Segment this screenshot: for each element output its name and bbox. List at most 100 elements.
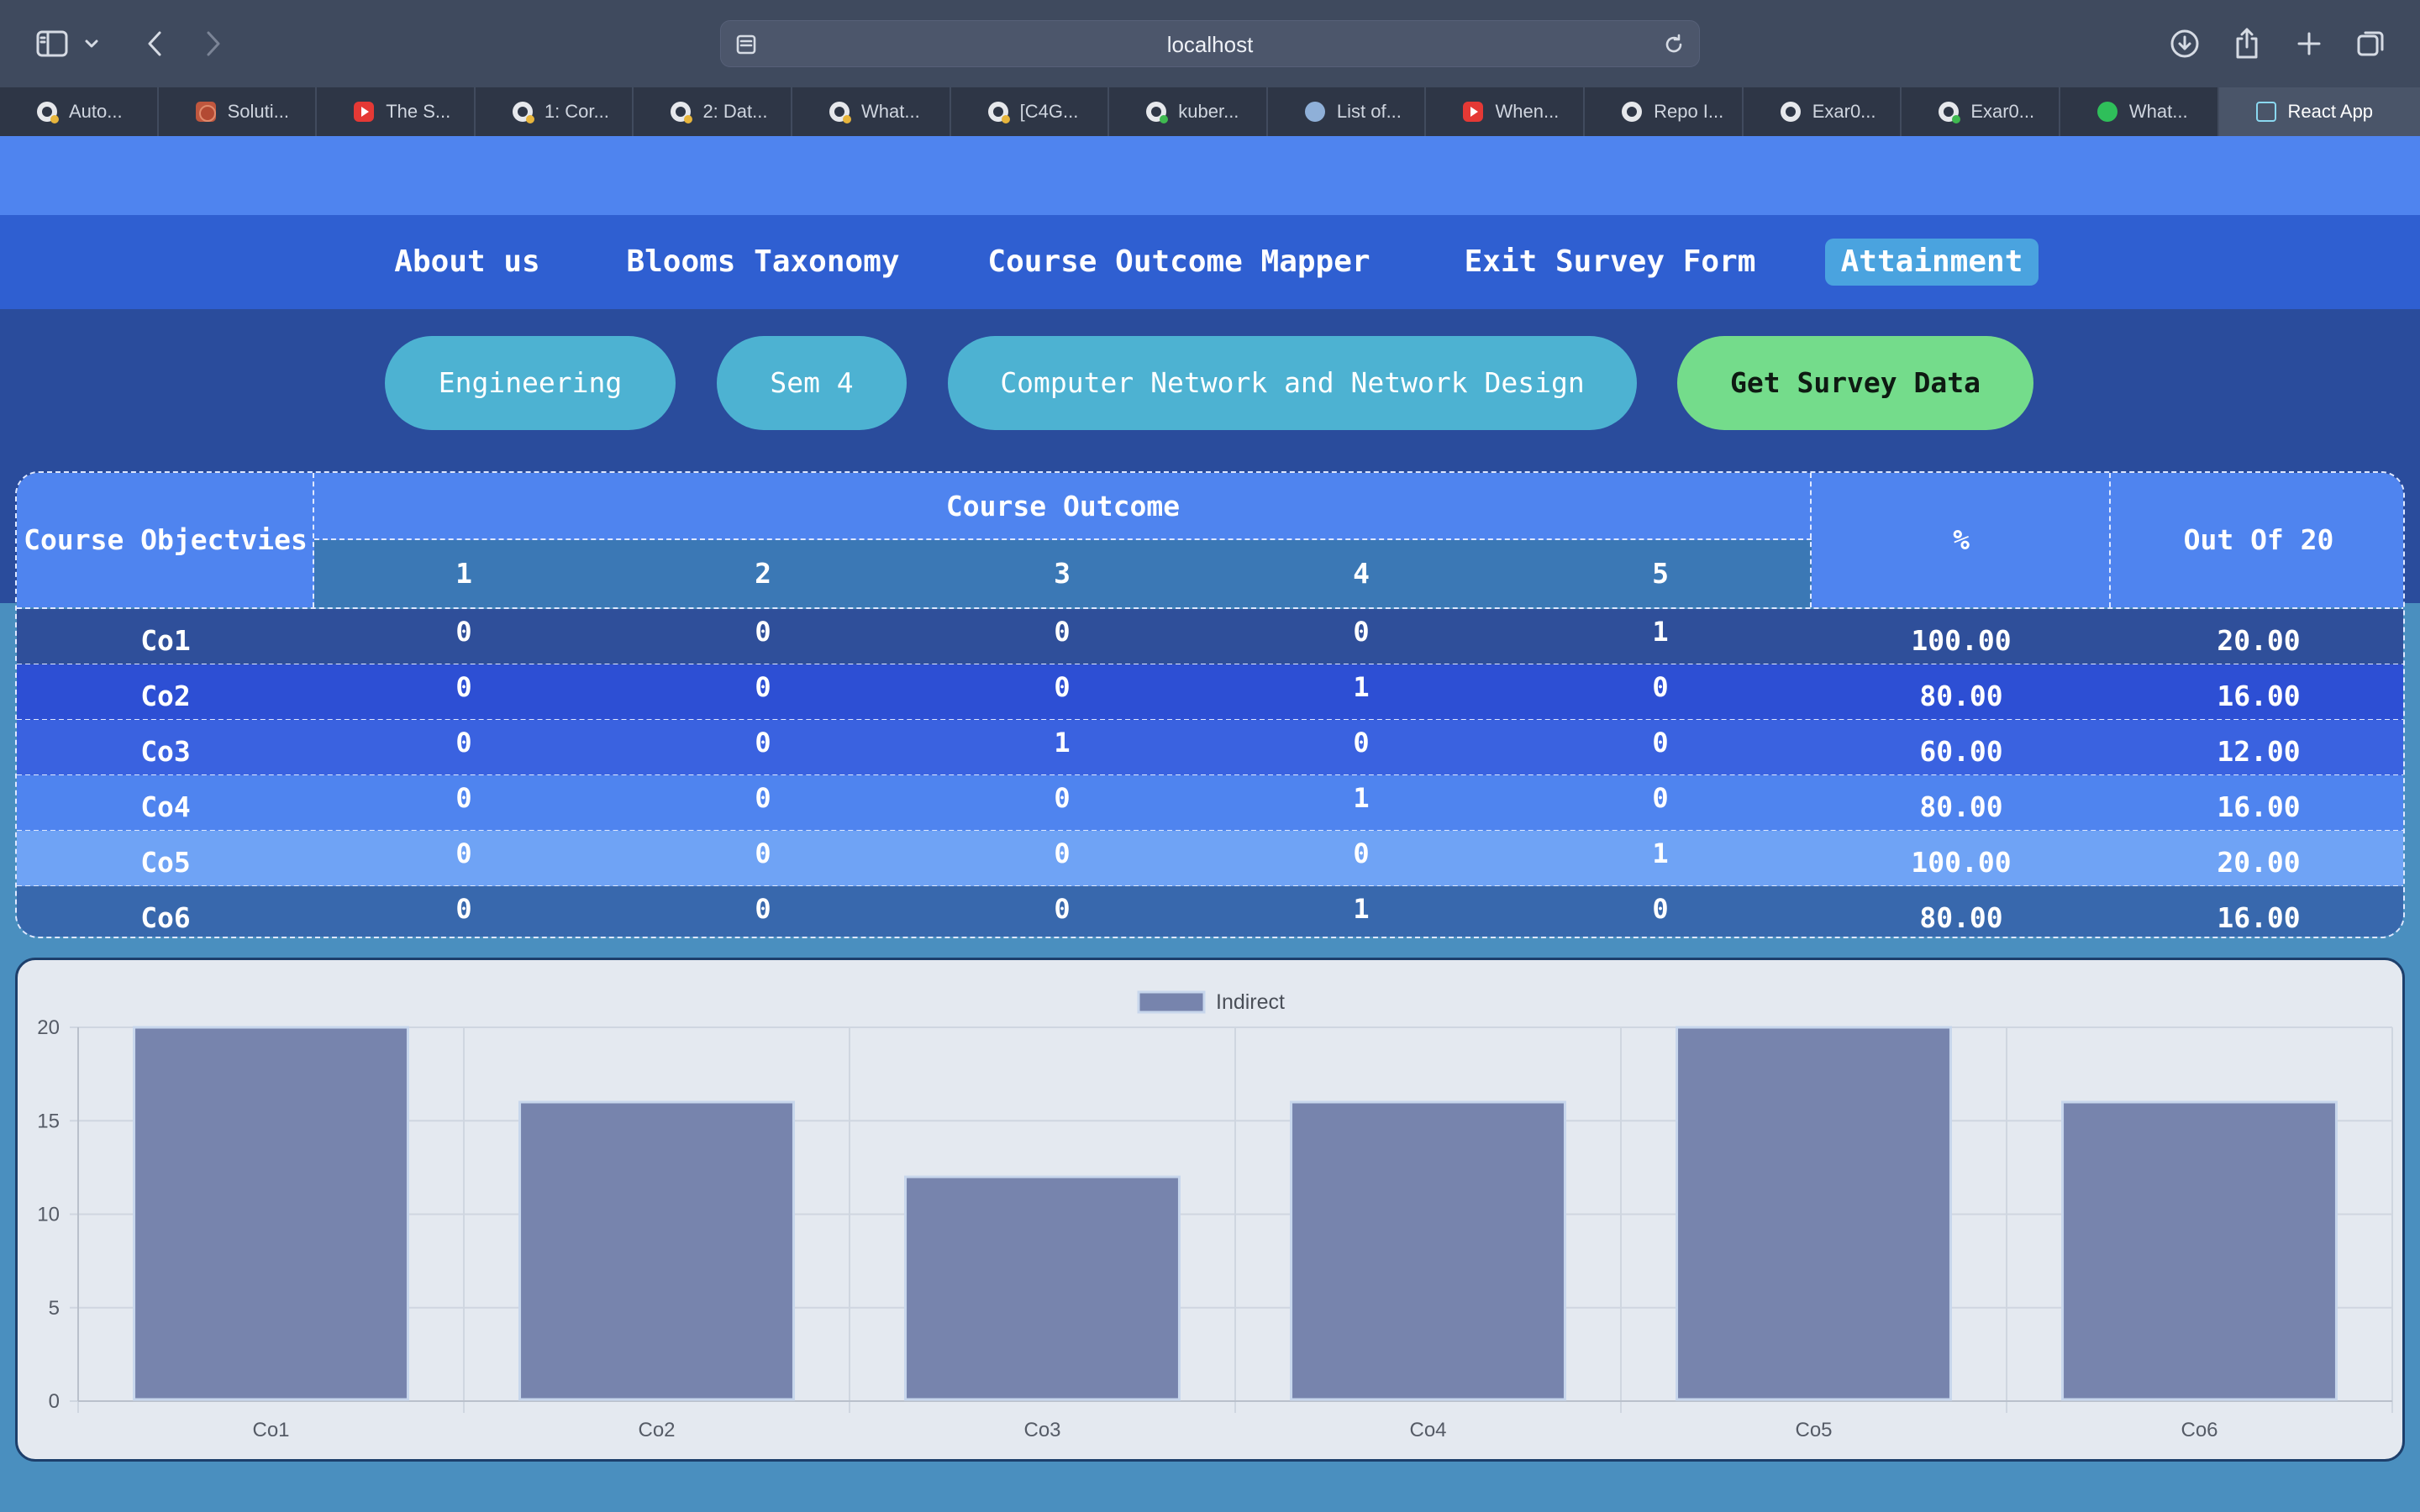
url-text[interactable]: localhost xyxy=(721,21,1699,68)
divider xyxy=(314,538,1812,540)
outcome-value-cell: 0 xyxy=(455,616,472,648)
downloads-icon[interactable] xyxy=(2165,24,2205,64)
tab-strip: Auto... Soluti... The S... 1: Cor... 2: … xyxy=(0,87,2420,136)
reddit-icon xyxy=(1304,102,1325,122)
table-row: Co2 0 0 0 1 0 80.00 16.00 xyxy=(17,664,2403,721)
bar-co5 xyxy=(1676,1026,1952,1401)
browser-tab[interactable]: What... xyxy=(792,87,951,136)
browser-toolbar: localhost xyxy=(0,0,2420,87)
tab-label: Repo I... xyxy=(1654,101,1724,122)
outcome-value-cell: 0 xyxy=(755,893,771,925)
y-tick-label: 20 xyxy=(37,1016,60,1039)
outcome-col-3: 3 xyxy=(1054,557,1071,590)
out-of-20-cell: 16.00 xyxy=(2217,790,2301,823)
nav-about-us[interactable]: About us xyxy=(385,239,550,286)
percent-cell: 80.00 xyxy=(1919,901,2003,934)
browser-tab[interactable]: When... xyxy=(1426,87,1586,136)
outcome-value-cell: 0 xyxy=(1353,837,1370,869)
browser-tab[interactable]: What... xyxy=(2060,87,2219,136)
outcome-value-cell: 0 xyxy=(455,893,472,925)
subject-select[interactable]: Computer Network and Network Design xyxy=(948,336,1637,430)
bar-co2 xyxy=(518,1100,795,1401)
browser-tab[interactable]: Soluti... xyxy=(159,87,318,136)
legend-swatch xyxy=(1137,990,1206,1014)
semester-select[interactable]: Sem 4 xyxy=(717,336,907,430)
browser-tab[interactable]: 1: Cor... xyxy=(476,87,634,136)
nav-exit-survey-form[interactable]: Exit Survey Form xyxy=(1445,239,1775,286)
course-objective-cell: Co3 xyxy=(140,735,191,768)
browser-tab-active[interactable]: React App xyxy=(2218,87,2420,136)
divider xyxy=(313,473,314,607)
tab-label: Exar0... xyxy=(1812,101,1876,122)
table-row: Co3 0 0 1 0 0 60.00 12.00 xyxy=(17,720,2403,776)
y-tick-label: 15 xyxy=(37,1110,60,1132)
outcome-value-cell: 1 xyxy=(1353,782,1370,814)
outcome-value-cell: 0 xyxy=(1054,616,1071,648)
bar-chart: 0 5 10 15 20 Co1 Co2 Co3 Co4 Co5 Co6 Indirect xyxy=(37,990,2393,1441)
tab-label: List of... xyxy=(1336,101,1402,122)
sidebar-icon[interactable] xyxy=(32,24,72,64)
outcome-value-cell: 0 xyxy=(755,727,771,759)
table-row: Co5 0 0 0 0 1 100.00 20.00 xyxy=(17,831,2403,887)
percent-cell: 60.00 xyxy=(1919,735,2003,768)
github-icon xyxy=(829,102,852,123)
outcome-value-cell: 0 xyxy=(755,837,771,869)
bar-co6 xyxy=(2061,1100,2338,1401)
chevron-down-icon[interactable] xyxy=(79,24,104,64)
solution-icon xyxy=(195,102,216,122)
outcome-value-cell: 0 xyxy=(1652,782,1669,814)
course-objective-cell: Co1 xyxy=(140,624,191,657)
outcome-value-cell: 1 xyxy=(1054,727,1071,759)
out-of-20-cell: 16.00 xyxy=(2217,680,2301,712)
browser-tab[interactable]: Repo I... xyxy=(1585,87,1744,136)
x-tick-label: Co4 xyxy=(1409,1419,1446,1441)
forward-icon[interactable] xyxy=(193,24,234,64)
browser-tab[interactable]: Exar0... xyxy=(1902,87,2060,136)
tab-overview-icon[interactable] xyxy=(2351,24,2391,64)
nav-blooms-taxonomy[interactable]: Blooms Taxonomy xyxy=(613,239,913,286)
outcome-value-cell: 0 xyxy=(755,782,771,814)
y-tick-label: 5 xyxy=(49,1297,60,1320)
new-tab-icon[interactable] xyxy=(2289,24,2329,64)
x-tick-label: Co1 xyxy=(252,1419,289,1441)
course-objective-cell: Co6 xyxy=(140,901,191,934)
outcome-value-cell: 1 xyxy=(1353,671,1370,703)
outcome-col-5: 5 xyxy=(1652,557,1669,590)
github-icon xyxy=(1146,102,1169,123)
divider xyxy=(2109,473,2111,607)
outcome-col-2: 2 xyxy=(755,557,771,590)
browser-tab[interactable]: Exar0... xyxy=(1744,87,1902,136)
header-band xyxy=(0,136,2420,215)
github-icon xyxy=(1780,102,1801,122)
divider xyxy=(1810,473,1812,607)
browser-tab[interactable]: Auto... xyxy=(0,87,159,136)
browser-tab[interactable]: List of... xyxy=(1268,87,1427,136)
table-row: Co1 0 0 0 0 1 100.00 20.00 xyxy=(17,609,2403,665)
github-icon xyxy=(37,102,59,123)
percent-cell: 100.00 xyxy=(1911,624,2012,657)
tab-label: What... xyxy=(861,101,920,122)
address-bar[interactable]: localhost xyxy=(720,20,1700,67)
table-row: Co4 0 0 0 1 0 80.00 16.00 xyxy=(17,775,2403,832)
browser-tab[interactable]: [C4G... xyxy=(951,87,1110,136)
header-course-objectives: Course Objectvies xyxy=(17,473,314,607)
reload-icon[interactable] xyxy=(1662,33,1686,56)
browser-tab[interactable]: 2: Dat... xyxy=(634,87,793,136)
browser-tab[interactable]: kuber... xyxy=(1109,87,1268,136)
browser-tab[interactable]: The S... xyxy=(317,87,476,136)
nav-course-outcome-mapper[interactable]: Course Outcome Mapper xyxy=(976,239,1381,286)
percent-cell: 80.00 xyxy=(1919,680,2003,712)
back-icon[interactable] xyxy=(134,24,175,64)
share-icon[interactable] xyxy=(2227,24,2267,64)
x-tick-label: Co6 xyxy=(2181,1419,2217,1441)
outcome-value-cell: 0 xyxy=(1054,671,1071,703)
get-survey-data-button[interactable]: Get Survey Data xyxy=(1677,336,2033,430)
tab-label: React App xyxy=(2287,101,2374,122)
department-select[interactable]: Engineering xyxy=(385,336,676,430)
outcome-value-cell: 0 xyxy=(755,616,771,648)
nav-attainment[interactable]: Attainment xyxy=(1825,239,2039,286)
table-row: Co6 0 0 0 1 0 80.00 16.00 xyxy=(17,886,2403,937)
bar-co1 xyxy=(133,1026,409,1401)
outcome-value-cell: 0 xyxy=(1652,893,1669,925)
out-of-20-cell: 20.00 xyxy=(2217,624,2301,657)
